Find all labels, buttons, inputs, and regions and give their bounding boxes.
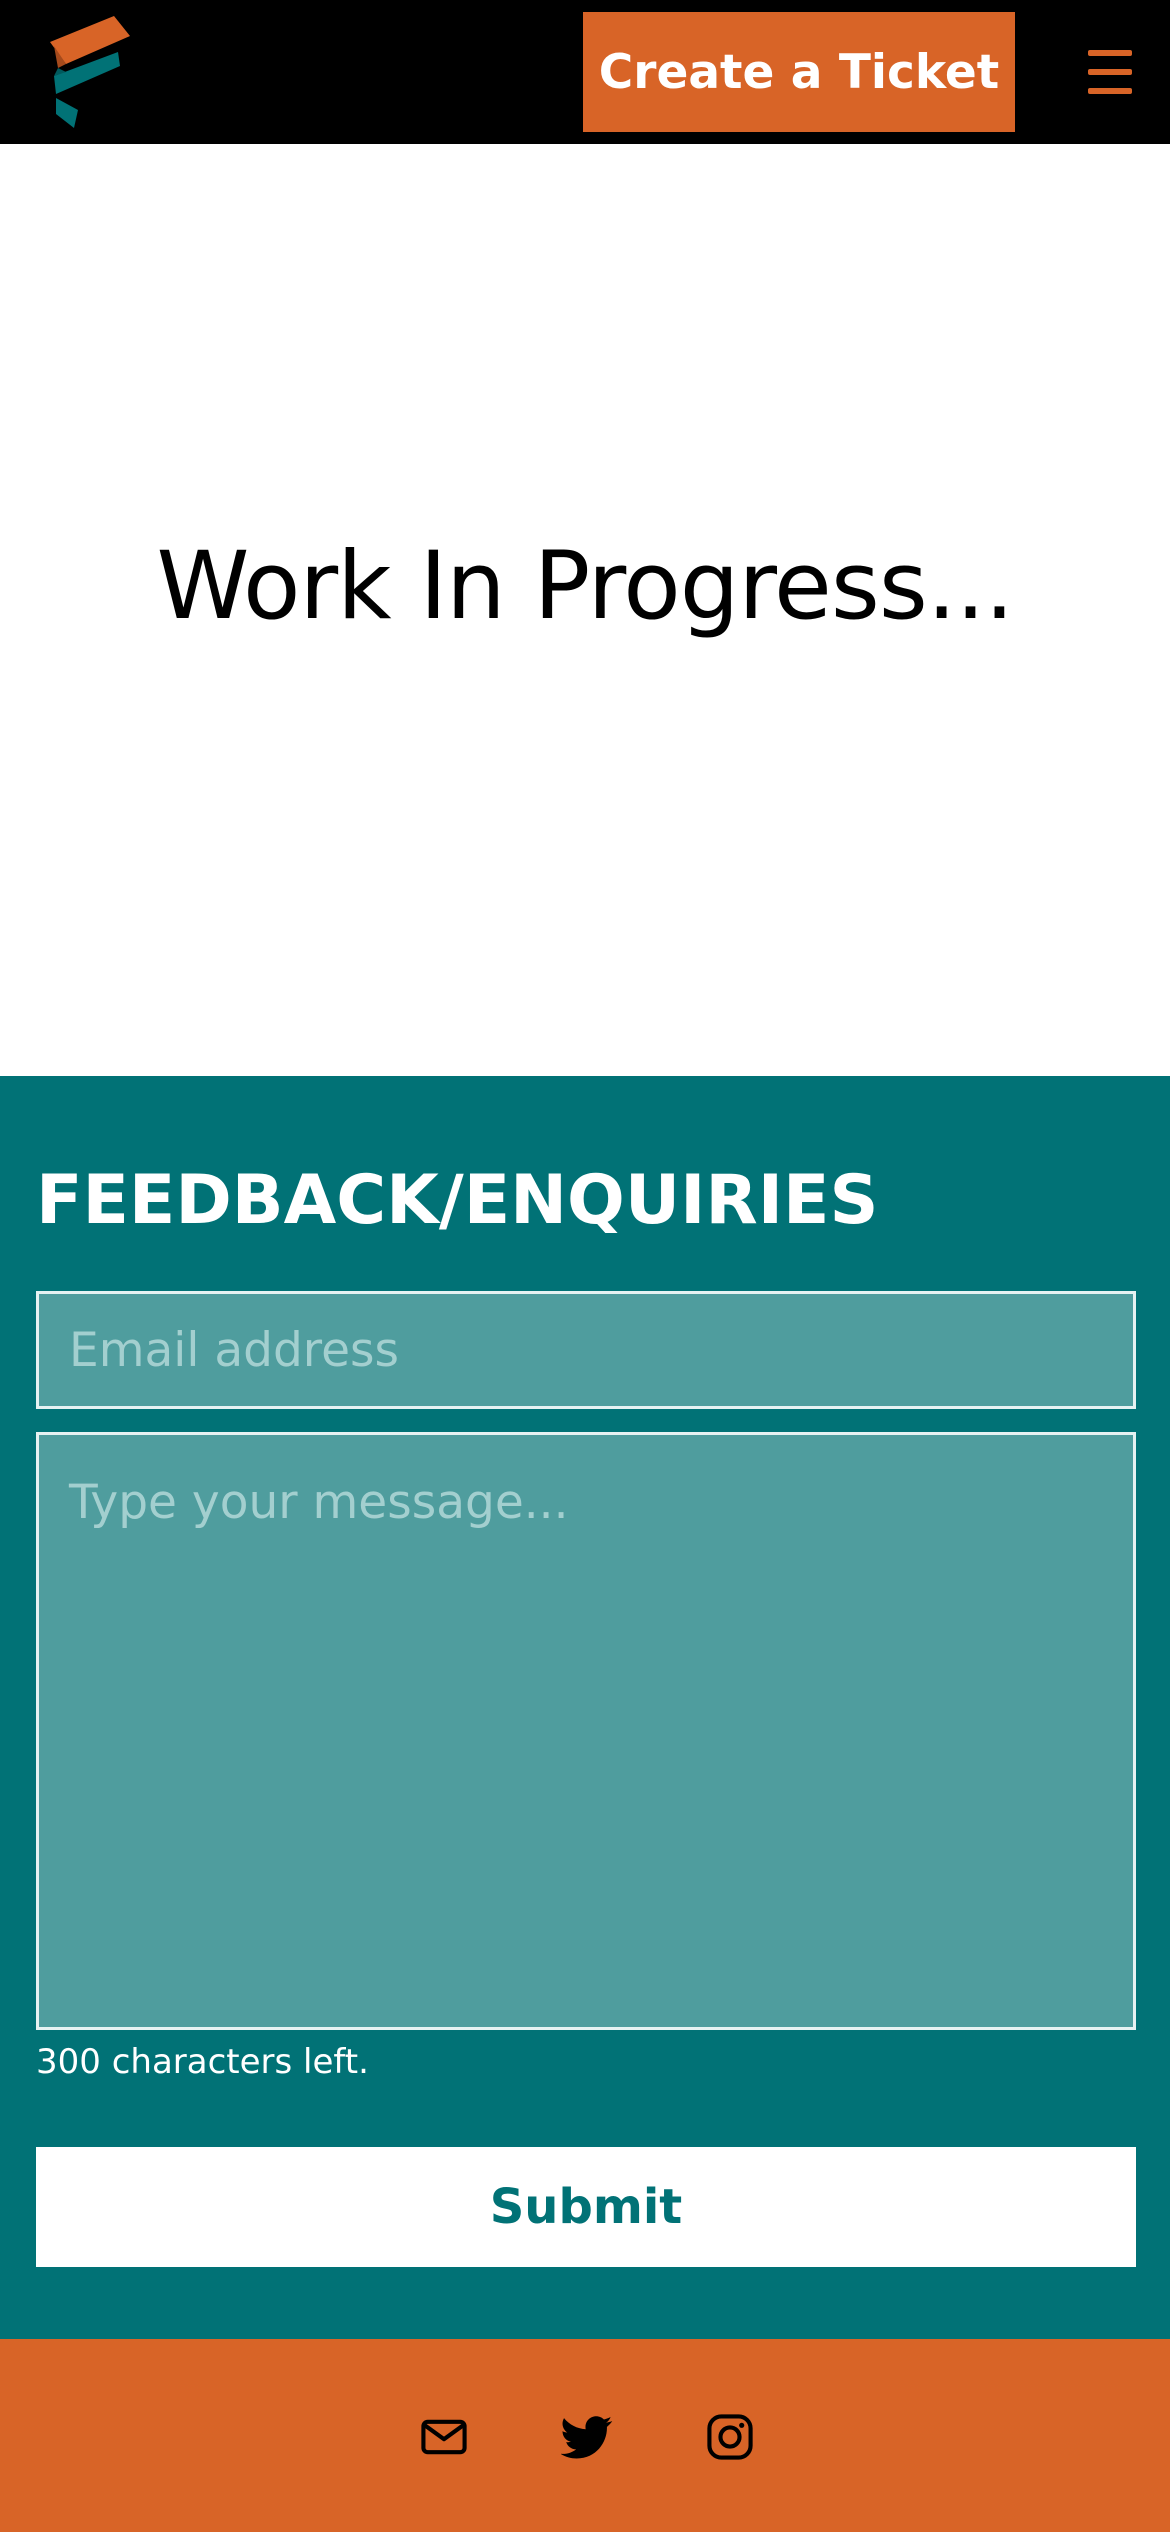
menu-bar-bottom: [1088, 88, 1132, 94]
menu-bar-top: [1088, 50, 1132, 56]
menu-bar-middle: [1088, 69, 1132, 75]
submit-button[interactable]: Submit: [36, 2147, 1136, 2267]
site-footer: [0, 2339, 1170, 2532]
twitter-link[interactable]: [559, 2409, 615, 2465]
hamburger-menu-icon[interactable]: [1080, 40, 1140, 104]
email-link[interactable]: [416, 2409, 472, 2465]
create-ticket-button[interactable]: Create a Ticket: [583, 12, 1015, 132]
logo-mark-icon: [50, 16, 130, 128]
brand-logo[interactable]: [44, 16, 136, 128]
message-field[interactable]: [36, 1432, 1136, 2030]
site-header: Create a Ticket: [0, 0, 1170, 144]
page-title: Work In Progress...: [156, 532, 1015, 641]
twitter-icon: [561, 2416, 613, 2459]
feedback-section: FEEDBACK/ENQUIRIES 300 characters left. …: [0, 1076, 1170, 2339]
hero-section: Work In Progress...: [0, 144, 1170, 1076]
character-counter: 300 characters left.: [36, 2042, 369, 2082]
email-field[interactable]: [36, 1291, 1136, 1409]
feedback-title: FEEDBACK/ENQUIRIES: [36, 1161, 879, 1240]
instagram-icon: [707, 2414, 753, 2460]
instagram-link[interactable]: [702, 2409, 758, 2465]
email-icon: [421, 2419, 467, 2455]
